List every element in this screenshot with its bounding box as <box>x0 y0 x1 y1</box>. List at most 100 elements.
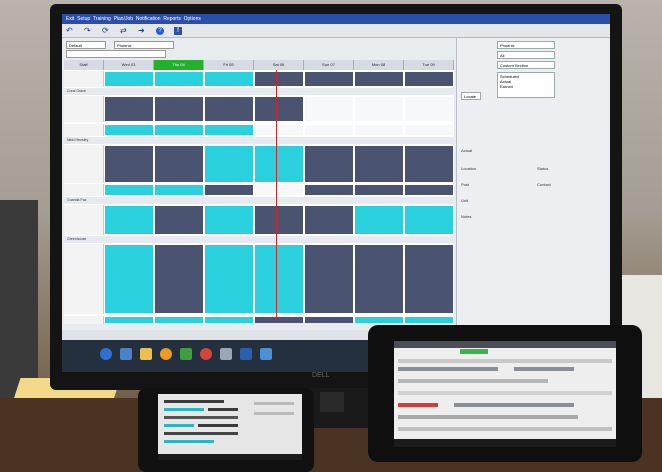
media-icon[interactable] <box>160 348 172 360</box>
shift-block[interactable] <box>305 185 353 195</box>
schedule-row <box>64 96 454 122</box>
shift-block[interactable] <box>105 206 153 234</box>
column-header[interactable]: Tue 09 <box>404 60 454 70</box>
menu-item[interactable]: Reports <box>163 16 181 22</box>
help-icon[interactable]: ? <box>156 26 164 35</box>
shift-block[interactable] <box>305 317 353 323</box>
column-header[interactable]: Sat 06 <box>254 60 304 70</box>
shift-block[interactable] <box>355 146 403 182</box>
shift-block[interactable] <box>105 72 153 86</box>
shift-block[interactable] <box>355 97 403 121</box>
arrow-icon[interactable]: ➜ <box>138 26 146 35</box>
shift-block[interactable] <box>205 317 253 323</box>
facebook-icon[interactable]: f <box>174 26 182 35</box>
shift-block[interactable] <box>155 97 203 121</box>
shift-block[interactable] <box>305 146 353 182</box>
shift-block[interactable] <box>105 245 153 313</box>
shift-block[interactable] <box>105 125 153 135</box>
shift-block[interactable] <box>405 245 453 313</box>
shift-block[interactable] <box>405 125 453 135</box>
filter-combo[interactable]: Phoenix <box>497 41 555 49</box>
shift-block[interactable] <box>355 317 403 323</box>
word-icon[interactable] <box>240 348 252 360</box>
shift-block[interactable] <box>205 185 253 195</box>
notes-label: Notes <box>461 214 472 219</box>
shift-block[interactable] <box>255 146 303 182</box>
shift-block[interactable] <box>155 72 203 86</box>
chrome-icon[interactable] <box>200 348 212 360</box>
locate-button[interactable]: Locate <box>461 92 481 100</box>
folder-icon[interactable] <box>140 348 152 360</box>
shift-block[interactable] <box>305 125 353 135</box>
tablet-row <box>398 379 548 383</box>
menu-item[interactable]: Exit <box>66 16 74 22</box>
date-combo[interactable] <box>66 50 166 58</box>
start-icon[interactable] <box>100 348 112 360</box>
shift-block[interactable] <box>305 72 353 86</box>
shift-block[interactable] <box>255 245 303 313</box>
shift-block[interactable] <box>205 245 253 313</box>
shift-block[interactable] <box>155 206 203 234</box>
column-header[interactable]: Fri 05 <box>204 60 254 70</box>
ie-icon[interactable] <box>120 348 132 360</box>
app-icon[interactable] <box>260 348 272 360</box>
shift-block[interactable] <box>255 317 303 323</box>
column-header[interactable]: Staff <box>64 60 104 70</box>
shelf <box>0 200 38 400</box>
shift-block[interactable] <box>405 72 453 86</box>
menu-item[interactable]: Notification <box>136 16 161 22</box>
shift-block[interactable] <box>155 245 203 313</box>
shift-block[interactable] <box>305 245 353 313</box>
column-header[interactable]: Mon 08 <box>354 60 404 70</box>
shift-block[interactable] <box>355 206 403 234</box>
app-icon[interactable] <box>220 348 232 360</box>
shift-block[interactable] <box>405 185 453 195</box>
shift-block[interactable] <box>105 97 153 121</box>
shift-block[interactable] <box>155 185 203 195</box>
menu-item[interactable]: Plan/Job <box>114 16 133 22</box>
shift-block[interactable] <box>405 97 453 121</box>
menu-item[interactable]: Options <box>184 16 201 22</box>
shift-block[interactable] <box>255 72 303 86</box>
transfer-icon[interactable]: ⇄ <box>120 26 128 35</box>
back-icon[interactable]: ↶ <box>66 26 74 35</box>
forward-icon[interactable]: ↷ <box>84 26 92 35</box>
shift-block[interactable] <box>355 125 403 135</box>
menu-item[interactable]: Training <box>93 16 111 22</box>
shift-block[interactable] <box>255 125 303 135</box>
shift-block[interactable] <box>205 72 253 86</box>
shift-block[interactable] <box>255 185 303 195</box>
shift-block[interactable] <box>405 146 453 182</box>
shift-block[interactable] <box>405 206 453 234</box>
shift-block[interactable] <box>255 97 303 121</box>
filter-combo[interactable]: All <box>497 51 555 59</box>
shift-block[interactable] <box>105 317 153 323</box>
shift-block[interactable] <box>305 97 353 121</box>
details-panel: Phoenix All Custom Section Scheduled Act… <box>456 38 608 334</box>
app-icon[interactable] <box>180 348 192 360</box>
group-combo[interactable]: Default <box>66 41 106 49</box>
shift-block[interactable] <box>405 317 453 323</box>
shift-block[interactable] <box>205 206 253 234</box>
shift-block[interactable] <box>305 206 353 234</box>
shift-block[interactable] <box>355 72 403 86</box>
shift-block[interactable] <box>205 125 253 135</box>
region-combo[interactable]: Phoenix <box>114 41 174 49</box>
shift-block[interactable] <box>205 146 253 182</box>
shift-block[interactable] <box>255 206 303 234</box>
shift-block[interactable] <box>105 146 153 182</box>
shift-block[interactable] <box>155 146 203 182</box>
column-header[interactable]: Sun 07 <box>304 60 354 70</box>
refresh-icon[interactable]: ⟳ <box>102 26 110 35</box>
shift-block[interactable] <box>205 97 253 121</box>
shift-block[interactable] <box>355 245 403 313</box>
shift-block[interactable] <box>355 185 403 195</box>
filter-combo[interactable]: Custom Section <box>497 61 555 69</box>
tablet-header <box>394 341 616 348</box>
column-header-today[interactable]: Thu 04 <box>154 60 204 70</box>
shift-block[interactable] <box>155 125 203 135</box>
shift-block[interactable] <box>105 185 153 195</box>
shift-block[interactable] <box>155 317 203 323</box>
menu-item[interactable]: Setup <box>77 16 90 22</box>
column-header[interactable]: Wed 03 <box>104 60 154 70</box>
